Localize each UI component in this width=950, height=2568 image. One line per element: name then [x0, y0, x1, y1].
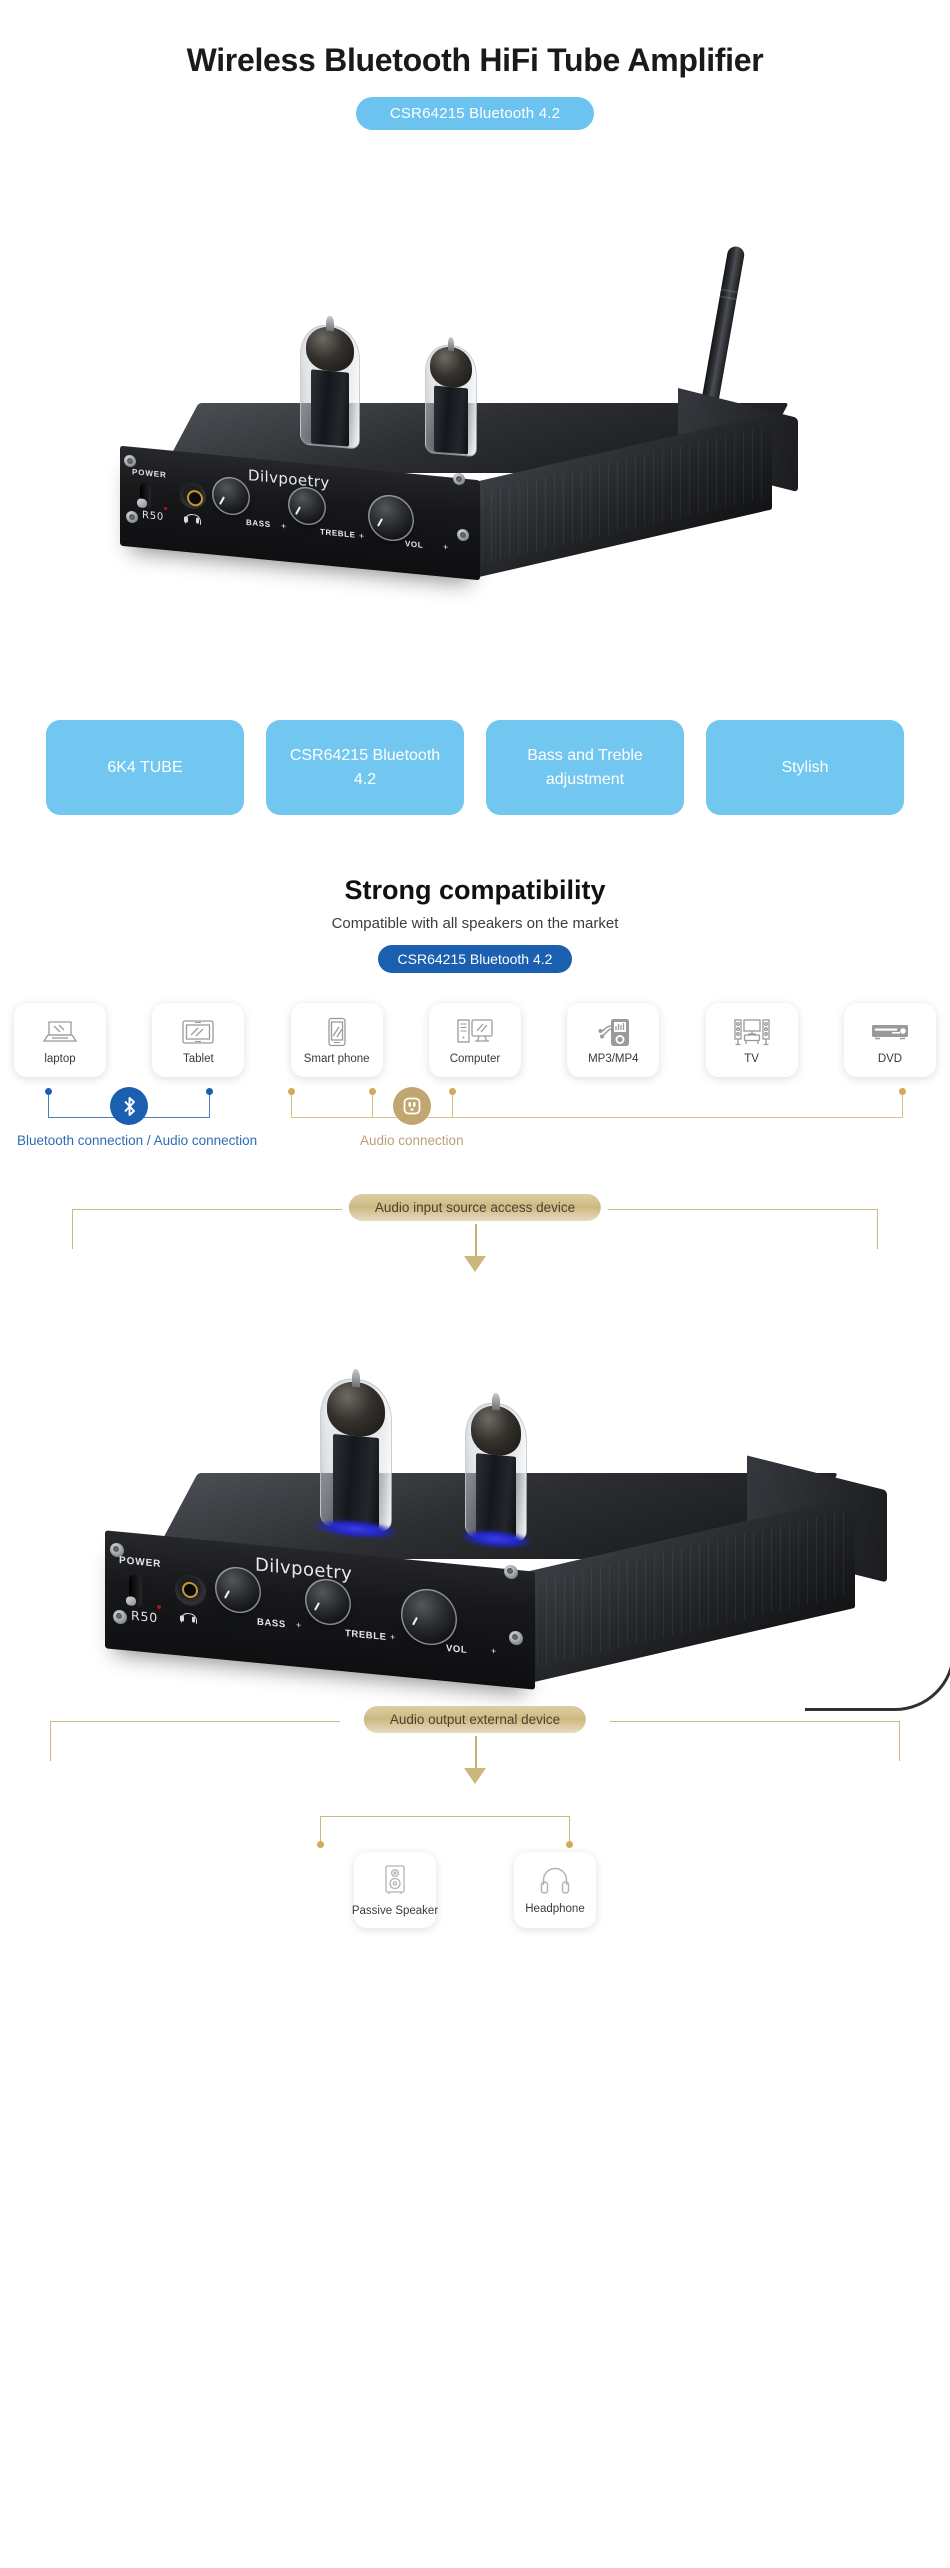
- headphone-icon: [540, 1866, 570, 1899]
- product-hero-image: Dilvpoetry POWER R50 BASS TREBLE VOL + +…: [0, 140, 950, 610]
- tv-icon: [733, 1015, 771, 1049]
- panel-screw: [126, 510, 138, 524]
- bluetooth-icon: [110, 1087, 148, 1125]
- connection-diagram: Bluetooth connection / Audio connection …: [0, 1079, 950, 1194]
- power-switch[interactable]: [140, 482, 151, 510]
- output-banner-label: Audio output external device: [363, 1706, 587, 1733]
- amplifier-unit: Dilvpoetry POWER R50 BASS TREBLE VOL + +…: [120, 316, 798, 581]
- input-banner-label: Audio input source access device: [348, 1194, 602, 1221]
- headphone-icon: [184, 513, 199, 524]
- power-led-indicator: [157, 1604, 161, 1610]
- device-label: Smart phone: [303, 1053, 370, 1065]
- device-label: Tablet: [182, 1053, 214, 1065]
- headphone-icon: [180, 1612, 195, 1623]
- tablet-icon: [181, 1015, 215, 1049]
- model-label: R50: [142, 509, 165, 524]
- device-label: MP3/MP4: [588, 1053, 639, 1065]
- volume-plus-sign: +: [491, 1645, 497, 1657]
- dvd-player-icon: [870, 1015, 910, 1049]
- panel-screw: [124, 454, 136, 468]
- model-label: R50: [131, 1607, 158, 1626]
- audio-outlet-icon: [393, 1087, 431, 1125]
- treble-plus-sign: +: [359, 530, 365, 542]
- vacuum-tube-left: [300, 316, 360, 450]
- output-banner-section: Audio output external device: [0, 1706, 950, 1798]
- mp3-player-icon: [595, 1015, 631, 1049]
- device-card-tv: TV: [705, 1003, 798, 1077]
- header-badge: CSR64215 Bluetooth 4.2: [355, 97, 595, 130]
- header-section: Wireless Bluetooth HiFi Tube Amplifier C…: [0, 0, 950, 130]
- device-label: TV: [744, 1053, 759, 1065]
- input-banner-section: Audio input source access device: [0, 1194, 950, 1286]
- flow-arrow-down: [464, 1256, 486, 1272]
- panel-screw: [113, 1609, 127, 1625]
- smartphone-icon: [327, 1015, 347, 1049]
- compatibility-heading: Strong compatibility: [344, 875, 606, 905]
- output-card-headphone: Headphone: [514, 1852, 596, 1928]
- device-label: Computer: [449, 1053, 501, 1065]
- laptop-icon: [42, 1015, 78, 1049]
- speaker-icon: [383, 1864, 407, 1901]
- device-card-tablet: Tablet: [152, 1003, 245, 1077]
- output-connection-bracket: [0, 1798, 950, 1848]
- device-card-mp3: MP3/MP4: [567, 1003, 660, 1077]
- power-switch[interactable]: [129, 1574, 142, 1608]
- compatibility-subheading: Compatible with all speakers on the mark…: [331, 915, 619, 932]
- feature-card-list: 6K4 TUBE CSR64215 Bluetooth 4.2 Bass and…: [0, 720, 950, 815]
- device-label: DVD: [877, 1053, 903, 1065]
- vacuum-tube-right: [425, 337, 477, 458]
- flow-arrow-down: [464, 1768, 486, 1784]
- volume-plus-sign: +: [443, 541, 449, 553]
- vacuum-tube-left: [314, 1368, 398, 1542]
- feature-card: Stylish: [706, 720, 904, 815]
- compatibility-section: Strong compatibility Compatible with all…: [0, 875, 950, 973]
- volume-label: VOL: [405, 539, 424, 550]
- panel-screw: [457, 528, 469, 542]
- feature-card: 6K4 TUBE: [46, 720, 244, 815]
- feature-card: CSR64215 Bluetooth 4.2: [266, 720, 464, 815]
- panel-screw: [509, 1630, 523, 1646]
- amplifier-unit-2: Dilvpoetry POWER R50 BASS TREBLE VOL + +…: [105, 1368, 950, 1711]
- device-label: laptop: [44, 1053, 76, 1065]
- bass-plus-sign: +: [296, 1619, 302, 1631]
- device-card-list: laptop Tablet Smart phone Computer MP3/M…: [0, 1003, 950, 1077]
- output-card-list: Passive Speaker Headphone: [0, 1852, 950, 1928]
- device-card-dvd: DVD: [843, 1003, 936, 1077]
- feature-card: Bass and Treble adjustment: [486, 720, 684, 815]
- compatibility-badge: CSR64215 Bluetooth 4.2: [377, 945, 573, 973]
- treble-plus-sign: +: [390, 1631, 396, 1643]
- desktop-computer-icon: [456, 1015, 494, 1049]
- vacuum-tube-right: [460, 1393, 532, 1552]
- panel-screw: [453, 472, 465, 486]
- product-hero-image-2: Dilvpoetry POWER R50 BASS TREBLE VOL + +…: [0, 1286, 950, 1711]
- output-label: Headphone: [525, 1902, 585, 1915]
- audio-connection-label: Audio connection: [360, 1133, 464, 1148]
- output-label: Passive Speaker: [351, 1904, 439, 1917]
- output-card-speaker: Passive Speaker: [351, 1852, 439, 1928]
- page-title: Wireless Bluetooth HiFi Tube Amplifier: [186, 42, 764, 78]
- power-led-indicator: [164, 506, 167, 511]
- device-card-laptop: laptop: [14, 1003, 106, 1077]
- volume-label: VOL: [446, 1642, 468, 1657]
- bass-plus-sign: +: [281, 520, 287, 532]
- device-card-computer: Computer: [428, 1003, 521, 1077]
- bluetooth-connection-label: Bluetooth connection / Audio connection: [17, 1133, 258, 1148]
- product-detail-page: Wireless Bluetooth HiFi Tube Amplifier C…: [0, 0, 950, 1928]
- panel-screw: [504, 1564, 518, 1580]
- device-card-smartphone: Smart phone: [290, 1003, 383, 1077]
